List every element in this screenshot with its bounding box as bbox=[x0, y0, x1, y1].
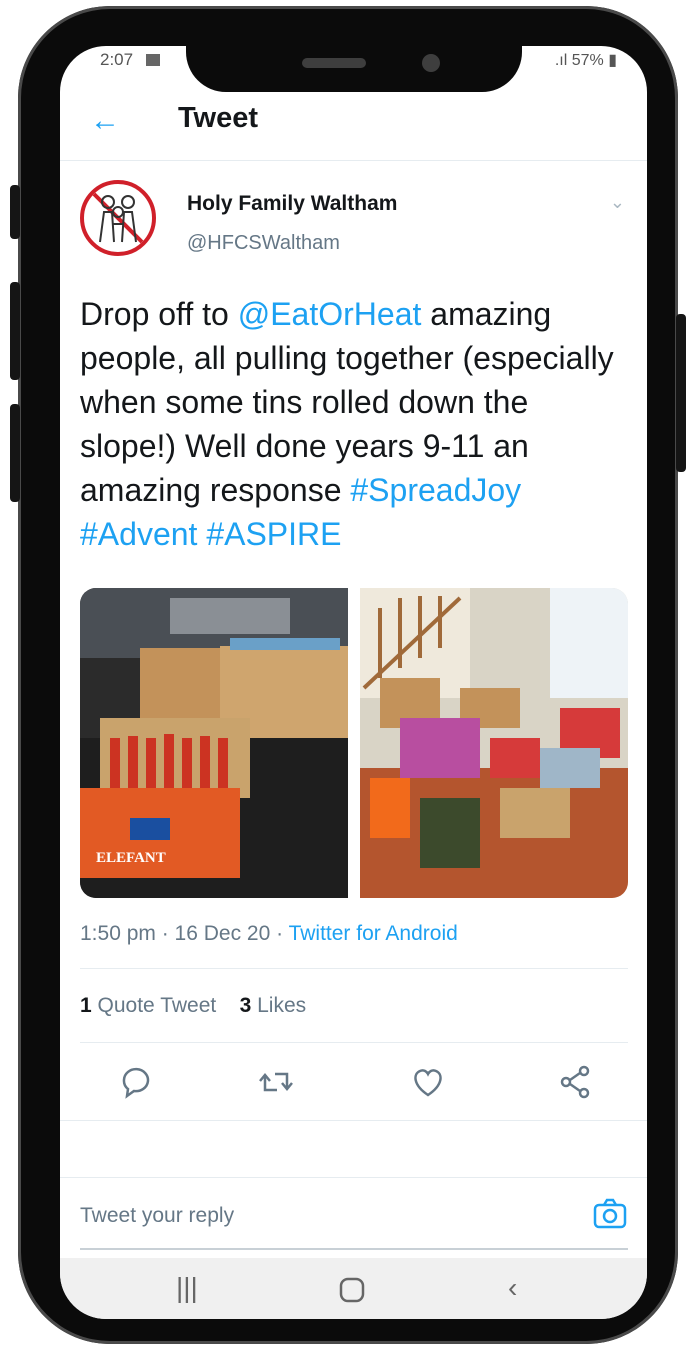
reply-input[interactable]: Tweet your reply bbox=[80, 1204, 234, 1228]
phone-notch bbox=[186, 34, 522, 92]
quote-stat[interactable]: 1 Quote Tweet bbox=[80, 994, 216, 1017]
recents-icon[interactable]: ||| bbox=[176, 1272, 198, 1304]
page-title: Tweet bbox=[178, 102, 259, 134]
likes-stat[interactable]: 3 Likes bbox=[240, 994, 307, 1017]
divider bbox=[80, 1042, 628, 1043]
mention-link[interactable]: @EatOrHeat bbox=[238, 296, 422, 332]
tweet-text-part: Drop off to bbox=[80, 296, 238, 332]
likes-label: Likes bbox=[257, 994, 307, 1017]
status-time: 2:07 bbox=[100, 50, 134, 69]
battery-percent: 57% bbox=[571, 52, 604, 69]
back-icon[interactable]: ‹ bbox=[508, 1272, 517, 1304]
like-icon[interactable] bbox=[408, 1062, 448, 1102]
tweet-actions bbox=[60, 1058, 647, 1118]
tweet-photos: ELEFANT bbox=[80, 588, 628, 898]
section-gap bbox=[60, 1120, 647, 1178]
gallery-notification-icon bbox=[146, 54, 160, 66]
divider bbox=[80, 968, 628, 969]
school-logo-icon bbox=[92, 192, 144, 244]
signal-icon: .ıl bbox=[554, 52, 572, 69]
reply-icon[interactable] bbox=[116, 1062, 156, 1102]
like-count: 3 bbox=[239, 994, 252, 1017]
quote-count: 1 bbox=[80, 994, 92, 1017]
author-handle[interactable]: @HFCSWaltham bbox=[187, 232, 340, 255]
phone-power-button bbox=[676, 314, 686, 472]
reply-bar: Tweet your reply bbox=[80, 1192, 628, 1250]
hallway-donations-photo[interactable] bbox=[360, 588, 628, 898]
back-arrow-icon[interactable]: ← bbox=[90, 106, 120, 136]
phone-side-button bbox=[10, 185, 20, 239]
tweet-meta: 1:50 pm · 16 Dec 20 · Twitter for Androi… bbox=[80, 922, 458, 946]
quote-label: Quote Tweet bbox=[97, 994, 217, 1017]
car-boot-photo[interactable]: ELEFANT bbox=[80, 588, 348, 898]
phone-volume-up bbox=[10, 282, 20, 380]
screen: 2:07 .ıl 57% ▮ ← Tweet Holy Family Walth… bbox=[60, 46, 647, 1319]
android-nav-bar: ||| ‹ bbox=[60, 1258, 647, 1319]
avatar[interactable] bbox=[80, 180, 156, 256]
share-icon[interactable] bbox=[556, 1062, 596, 1102]
tweet-text: Drop off to @EatOrHeat amazing people, a… bbox=[80, 292, 628, 556]
chevron-down-icon[interactable]: ⌄ bbox=[610, 192, 625, 213]
box-label: ELEFANT bbox=[96, 850, 166, 866]
timestamp: 1:50 pm · 16 Dec 20 · bbox=[80, 922, 289, 945]
header: ← Tweet bbox=[60, 86, 647, 161]
speaker-grille bbox=[302, 58, 366, 68]
camera-icon[interactable] bbox=[592, 1196, 628, 1232]
retweet-icon[interactable] bbox=[256, 1062, 296, 1102]
hallway-donations-photo-image bbox=[360, 588, 628, 898]
battery-icon: ▮ bbox=[603, 52, 617, 69]
status-battery: .ıl 57% ▮ bbox=[555, 50, 617, 70]
front-camera bbox=[422, 54, 440, 72]
author-name[interactable]: Holy Family Waltham bbox=[187, 192, 397, 216]
source-link[interactable]: Twitter for Android bbox=[289, 922, 458, 945]
home-icon[interactable] bbox=[338, 1276, 366, 1304]
tweet-stats: 1 Quote Tweet 3 Likes bbox=[80, 994, 306, 1018]
phone-volume-down bbox=[10, 404, 20, 502]
